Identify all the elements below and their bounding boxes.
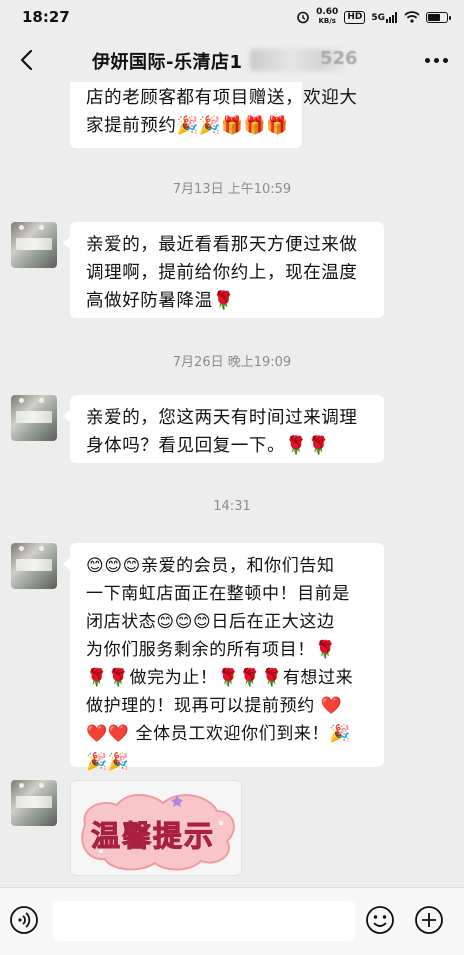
chat-header: 伊妍国际-乐清店1 526	[0, 38, 464, 82]
plus-icon	[415, 906, 443, 934]
timestamp: 7月26日 晚上19:09	[172, 355, 292, 370]
message-bubble[interactable]: 亲爱的，最近看看那天方便过来做 调理啊，提前给你约上，现在温度 高做好防暑降温🌹	[63, 222, 384, 318]
message-line: 为你们服务剩余的所有项目！🌹	[86, 640, 337, 660]
back-button[interactable]	[14, 46, 42, 74]
input-bar	[0, 887, 464, 955]
avatar[interactable]	[11, 780, 57, 826]
voice-button[interactable]	[9, 905, 39, 935]
chat-title-suffix: 526	[320, 48, 358, 69]
chevron-left-icon	[20, 49, 33, 71]
avatar[interactable]	[11, 543, 57, 589]
message-line: ❤️❤️ 全体员工欢迎你们到来！🎉	[86, 724, 351, 744]
message-line: 家提前预约🎉🎉🎁🎁🎁	[86, 116, 289, 136]
emoji-button[interactable]	[365, 905, 395, 935]
message-line: 调理啊，提前给你约上，现在温度	[86, 263, 358, 283]
message-line: 闭店状态😊😊😊日后在正大这边	[86, 612, 335, 632]
more-functions-button[interactable]	[414, 905, 444, 935]
battery-icon	[426, 11, 451, 23]
alarm-icon	[297, 11, 309, 24]
message-line: 亲爱的，您这两天有时间过来调理	[86, 408, 358, 428]
message-line: 😊😊😊亲爱的会员，和你们告知	[86, 556, 335, 576]
message-line: 高做好防暑降温🌹	[86, 291, 236, 311]
signal-label: 5G	[371, 11, 398, 23]
avatar[interactable]	[11, 222, 57, 268]
message-bubble[interactable]: 亲爱的，您这两天有时间过来调理 身体吗？看见回复一下。🌹🌹	[63, 395, 384, 463]
image-caption: 温馨提示	[90, 819, 216, 854]
dot-icon	[424, 57, 430, 63]
message-input[interactable]	[53, 901, 355, 941]
message-line: 身体吗？看见回复一下。🌹🌹	[86, 436, 330, 456]
voice-icon	[10, 906, 38, 934]
message-line: 🎉🎉	[86, 752, 130, 772]
message-line: 一下南虹店面正在整顿中！目前是	[86, 584, 350, 604]
timestamp: 7月13日 上午10:59	[172, 182, 292, 197]
message-line: 🌹🌹做完为止！🌹🌹🌹有想过来	[86, 668, 354, 688]
image-message[interactable]: 温馨提示	[70, 780, 242, 876]
avatar[interactable]	[11, 395, 57, 441]
status-bar: 18:27 0.60 KB/s HD 5G	[0, 0, 464, 34]
message-bubble[interactable]: 店的老顾客都有项目赠送，欢迎大 家提前预约🎉🎉🎁🎁🎁	[70, 82, 358, 148]
emoji-icon	[366, 906, 394, 934]
dot-icon	[442, 57, 448, 63]
hd-badge: HD	[344, 10, 366, 24]
message-bubble[interactable]: 😊😊😊亲爱的会员，和你们告知 一下南虹店面正在整顿中！目前是 闭店状态😊😊😊日后…	[63, 543, 384, 772]
timestamp: 14:31	[213, 499, 251, 514]
more-options-button[interactable]	[422, 48, 450, 72]
status-icons: 0.60 KB/s HD 5G	[296, 7, 451, 26]
net-speed: 0.60 KB/s	[316, 7, 339, 26]
dot-icon	[433, 57, 439, 63]
message-line: 店的老顾客都有项目赠送，欢迎大	[86, 88, 358, 108]
wifi-icon	[404, 11, 420, 23]
message-line: 亲爱的，最近看看那天方便过来做	[86, 235, 358, 255]
message-line: 做护理的！现再可以提前预约 ❤️	[86, 696, 343, 716]
status-time: 18:27	[22, 8, 70, 26]
chat-title: 伊妍国际-乐清店1	[92, 52, 243, 73]
signal-icon	[386, 11, 397, 23]
